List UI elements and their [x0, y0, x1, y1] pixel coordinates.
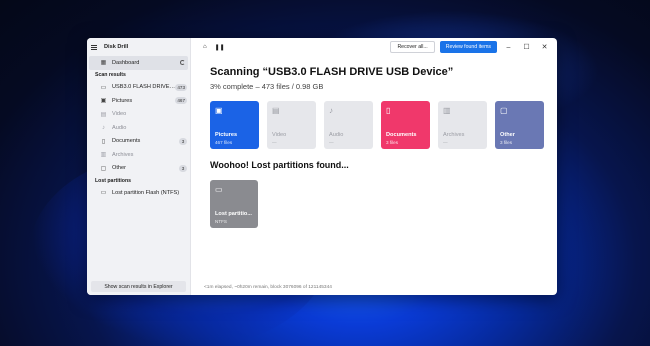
minimize-icon[interactable]: – [502, 44, 515, 51]
sidebar-item-label: Audio [112, 124, 127, 131]
sidebar-item-label: Documents [112, 138, 141, 145]
sidebar-item-lost-partition[interactable]: ▭ Lost partition Flash (NTFS) [87, 186, 190, 200]
picture-icon: ▣ [100, 98, 107, 105]
section-heading-lost-partitions: Lost partitions [95, 177, 132, 184]
tile-count: 3 files [386, 140, 399, 145]
loading-spinner-icon [180, 60, 185, 66]
tile-label: Pictures [215, 132, 238, 138]
tile-video[interactable]: ▤ Video — [267, 101, 316, 149]
sidebar-item-label: Pictures [112, 97, 133, 104]
toolbar-actions: Recover all... Review found items – ☐ ✕ [390, 38, 557, 56]
sidebar-item-label: Other [112, 165, 126, 172]
file-icon: ▢ [500, 106, 508, 115]
video-icon: ▤ [100, 111, 107, 118]
main-panel: ⌂ ❚❚ Recover all... Review found items –… [191, 38, 557, 295]
sidebar-item-other[interactable]: ▢ Other 3 [87, 162, 190, 176]
archive-icon: ▥ [100, 152, 107, 159]
tile-count: 467 files [215, 140, 233, 145]
tile-label: Lost partitio... [215, 211, 252, 217]
archive-icon: ▥ [443, 106, 451, 115]
sidebar: Disk Drill ▦ Dashboard Scan results ▭ US… [87, 38, 191, 295]
video-icon: ▤ [272, 106, 280, 115]
close-icon[interactable]: ✕ [538, 43, 551, 51]
app-title: Disk Drill [104, 44, 129, 50]
tile-other[interactable]: ▢ Other 3 files [495, 101, 544, 149]
tile-label: Other [500, 132, 515, 138]
page-title: Scanning “USB3.0 FLASH DRIVE USB Device” [210, 66, 454, 78]
show-in-explorer-button[interactable]: Show scan results in Explorer [91, 281, 186, 292]
section-heading-scan-results: Scan results [95, 72, 126, 78]
sidebar-item-documents[interactable]: ▯ Documents 3 [87, 135, 190, 149]
tile-pictures[interactable]: ▣ Pictures 467 files [210, 101, 259, 149]
sidebar-item-label: Video [112, 111, 127, 118]
tile-count: — [329, 140, 334, 145]
tile-count: — [443, 140, 448, 145]
count-badge: 467 [175, 97, 187, 105]
maximize-icon[interactable]: ☐ [520, 43, 533, 51]
status-bar: <1m elapsed, ~0h20m remain, block 307609… [204, 285, 332, 290]
tile-archives[interactable]: ▥ Archives — [438, 101, 487, 149]
sidebar-item-audio[interactable]: ♪ Audio [87, 121, 190, 135]
scan-content: Scanning “USB3.0 FLASH DRIVE USB Device”… [191, 56, 557, 228]
hamburger-menu-icon[interactable] [91, 44, 97, 50]
audio-icon: ♪ [102, 124, 105, 131]
sidebar-item-label: Dashboard [112, 59, 140, 66]
drive-icon: ▭ [100, 190, 107, 197]
recover-all-button[interactable]: Recover all... [390, 41, 435, 53]
grid-icon: ▦ [100, 60, 107, 67]
home-icon[interactable]: ⌂ [203, 44, 207, 50]
document-icon: ▯ [386, 106, 391, 115]
sidebar-item-video[interactable]: ▤ Video [87, 108, 190, 122]
count-badge: 3 [179, 137, 187, 145]
tile-documents[interactable]: ▯ Documents 3 files [381, 101, 430, 149]
lost-partitions-heading: Woohoo! Lost partitions found... [210, 160, 349, 170]
tile-label: Documents [386, 132, 417, 138]
review-found-items-button[interactable]: Review found items [439, 41, 497, 53]
sidebar-item-dashboard[interactable]: ▦ Dashboard [89, 56, 188, 70]
tile-count: — [272, 140, 277, 145]
pause-icon[interactable]: ❚❚ [215, 44, 225, 51]
tile-filesystem: NTFS [215, 219, 227, 224]
picture-icon: ▣ [215, 106, 223, 115]
sidebar-header: Disk Drill [87, 38, 190, 56]
count-badge: 3 [179, 164, 187, 172]
file-icon: ▢ [100, 165, 107, 172]
drive-icon: ▭ [215, 185, 223, 194]
document-icon: ▯ [101, 138, 106, 145]
tile-label: Archives [443, 132, 465, 138]
sidebar-item-label: Archives [112, 151, 134, 158]
file-type-tiles: ▣ Pictures 467 files ▤ Video — ♪ Audio —… [210, 101, 557, 149]
disk-drill-window: Disk Drill ▦ Dashboard Scan results ▭ US… [87, 38, 557, 295]
scan-progress-text: 3% complete – 473 files / 0.98 GB [210, 82, 324, 91]
tile-lost-partition[interactable]: ▭ Lost partitio... NTFS [210, 180, 258, 228]
sidebar-item-archives[interactable]: ▥ Archives [87, 148, 190, 162]
tile-label: Audio [329, 132, 344, 138]
audio-icon: ♪ [329, 106, 333, 115]
tile-count: 3 files [500, 140, 513, 145]
drive-icon: ▭ [100, 84, 107, 91]
sidebar-item-pictures[interactable]: ▣ Pictures 467 [87, 94, 190, 108]
sidebar-item-usb-drive[interactable]: ▭ USB3.0 FLASH DRIVE US... 473 [87, 81, 190, 95]
tile-label: Video [272, 132, 287, 138]
sidebar-item-label: USB3.0 FLASH DRIVE US... [112, 84, 176, 91]
sidebar-item-label: Lost partition Flash (NTFS) [112, 189, 180, 196]
count-badge: 473 [175, 83, 187, 91]
tile-audio[interactable]: ♪ Audio — [324, 101, 373, 149]
